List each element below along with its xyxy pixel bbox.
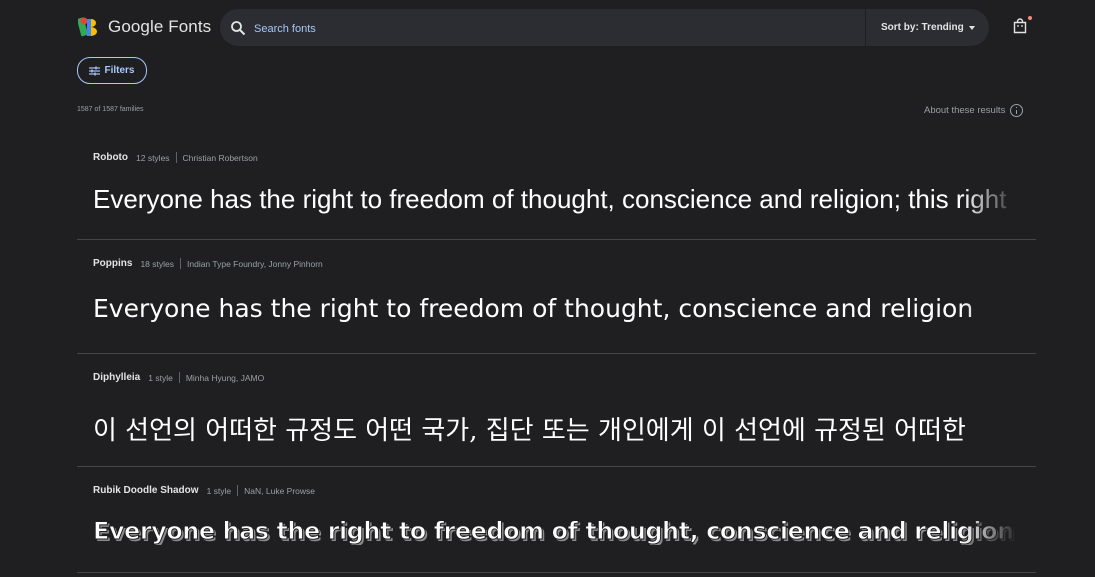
font-styles: 12 styles <box>136 152 170 163</box>
brand-name: Google Fonts <box>108 17 212 36</box>
list-divider <box>77 572 1036 573</box>
meta-separator <box>175 152 177 163</box>
list-divider <box>77 239 1036 240</box>
font-meta: Diphylleia 1 style Minha Hyung, JAMO <box>93 372 264 383</box>
font-styles: 18 styles <box>140 258 174 269</box>
font-preview: 이 선언의 어떠한 규정도 어떤 국가, 집단 또는 개인에게 이 선언에 규정… <box>93 416 966 446</box>
font-list-item[interactable]: Poppins 18 styles Indian Type Foundry, J… <box>77 246 1036 354</box>
font-name: Rubik Doodle Shadow <box>93 485 199 496</box>
font-list-item[interactable]: Rubik Doodle Shadow 1 style NaN, Luke Pr… <box>77 473 1036 574</box>
info-icon <box>1010 104 1024 117</box>
about-results-label: About these results <box>924 105 1006 116</box>
font-name: Diphylleia <box>93 372 141 383</box>
font-preview: Everyone has the right to freedom of tho… <box>93 517 1015 545</box>
sort-dropdown[interactable]: Sort by: Trending <box>873 9 983 46</box>
tune-icon <box>89 66 101 75</box>
about-results-link[interactable]: About these results <box>924 104 1024 117</box>
font-name: Poppins <box>93 258 133 269</box>
list-divider <box>77 466 1036 467</box>
search-icon <box>231 21 246 36</box>
notification-dot <box>1028 16 1032 20</box>
sort-divider <box>865 9 866 46</box>
font-list-item[interactable]: Diphylleia 1 style Minha Hyung, JAMO 이 선… <box>77 360 1036 467</box>
font-meta: Poppins 18 styles Indian Type Foundry, J… <box>93 258 323 269</box>
shopping-bag-icon[interactable] <box>1013 18 1027 34</box>
filters-button[interactable]: Filters <box>77 57 147 84</box>
google-fonts-logo[interactable]: Google Fonts <box>78 16 211 38</box>
font-styles: 1 style <box>148 372 173 383</box>
filters-label: Filters <box>104 65 135 76</box>
google-fonts-logo-icon <box>78 17 97 37</box>
font-preview: Everyone has the right to freedom of tho… <box>93 184 1007 214</box>
search-input[interactable] <box>252 9 816 48</box>
font-name: Roboto <box>93 152 128 163</box>
results-count: 1587 of 1587 families <box>77 106 144 113</box>
font-designer: NaN, Luke Prowse <box>244 485 316 496</box>
chevron-down-icon <box>968 26 975 30</box>
font-designer: Christian Robertson <box>182 152 258 163</box>
font-list-item[interactable]: Roboto 12 styles Christian Robertson Eve… <box>77 140 1036 240</box>
meta-separator <box>178 372 180 383</box>
font-meta: Roboto 12 styles Christian Robertson <box>93 152 258 163</box>
sort-label: Sort by: Trending <box>881 22 964 33</box>
font-preview: Everyone has the right to freedom of tho… <box>93 294 974 323</box>
meta-separator <box>180 258 181 269</box>
search-bar: Sort by: Trending <box>220 9 989 48</box>
top-bar: Google Fonts Sort by: Trending <box>0 0 1095 56</box>
font-designer: Indian Type Foundry, Jonny Pinhorn <box>187 258 323 269</box>
list-divider <box>77 353 1036 354</box>
font-styles: 1 style <box>206 485 232 496</box>
meta-separator <box>237 485 239 496</box>
font-designer: Minha Hyung, JAMO <box>185 372 265 383</box>
font-meta: Rubik Doodle Shadow 1 style NaN, Luke Pr… <box>93 485 315 496</box>
